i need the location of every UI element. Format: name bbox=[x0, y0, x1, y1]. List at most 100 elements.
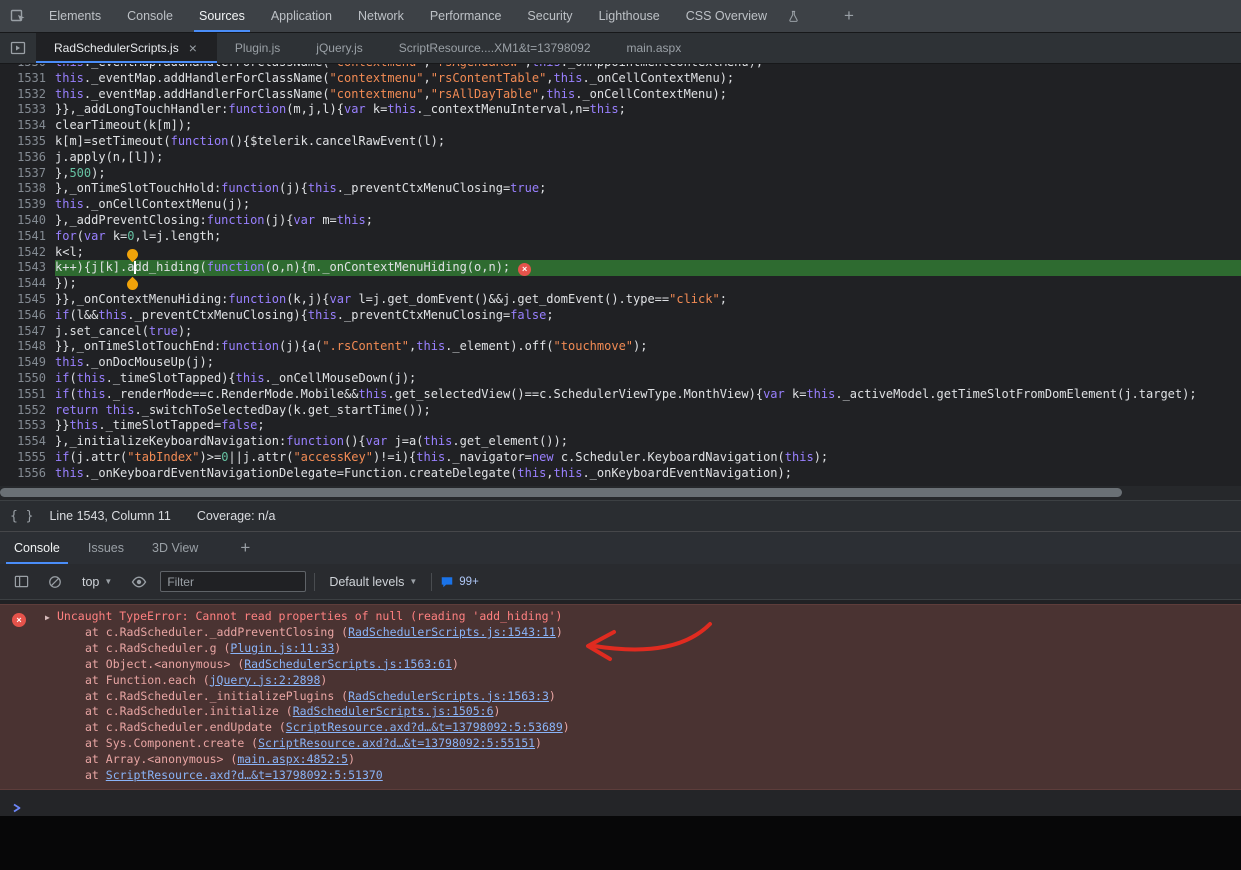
stack-frame-link[interactable]: ScriptResource.axd?d…&t=13798092:5:53689 bbox=[286, 720, 563, 734]
line-number[interactable]: 1539 bbox=[0, 197, 55, 213]
line-number[interactable]: 1553 bbox=[0, 418, 55, 434]
stack-frame-link[interactable]: RadSchedulerScripts.js:1563:3 bbox=[348, 689, 549, 703]
code-text[interactable]: j.set_cancel(true); bbox=[55, 324, 1241, 340]
line-number[interactable]: 1542 bbox=[0, 245, 55, 261]
code-text[interactable]: if(this._renderMode==c.RenderMode.Mobile… bbox=[55, 387, 1241, 403]
code-text[interactable]: this._onCellContextMenu(j); bbox=[55, 197, 1241, 213]
line-number[interactable]: 1543 bbox=[0, 260, 55, 276]
add-drawer-tab-button[interactable]: + bbox=[230, 532, 260, 564]
line-number[interactable]: 1533 bbox=[0, 102, 55, 118]
line-number[interactable]: 1555 bbox=[0, 450, 55, 466]
line-number[interactable]: 1545 bbox=[0, 292, 55, 308]
code-text[interactable]: clearTimeout(k[m]); bbox=[55, 118, 1241, 134]
line-number[interactable]: 1549 bbox=[0, 355, 55, 371]
drawer-tab-3d-view[interactable]: 3D View bbox=[138, 532, 212, 564]
code-text[interactable]: }},_onTimeSlotTouchEnd:function(j){a(".r… bbox=[55, 339, 1241, 355]
stack-frame-link[interactable]: ScriptResource.axd?d…&t=13798092:5:51370 bbox=[106, 768, 383, 782]
line-number[interactable]: 1540 bbox=[0, 213, 55, 229]
line-number[interactable]: 1537 bbox=[0, 166, 55, 182]
line-number[interactable]: 1534 bbox=[0, 118, 55, 134]
code-text[interactable]: k<l; bbox=[55, 245, 1241, 261]
panel-tab-application[interactable]: Application bbox=[258, 0, 345, 32]
code-text[interactable]: }); bbox=[55, 276, 1241, 292]
stack-frame-link[interactable]: main.aspx:4852:5 bbox=[237, 752, 348, 766]
line-number[interactable]: 1532 bbox=[0, 87, 55, 103]
panel-tab-lighthouse[interactable]: Lighthouse bbox=[586, 0, 673, 32]
panel-tab-network[interactable]: Network bbox=[345, 0, 417, 32]
create-live-expression-button[interactable] bbox=[126, 570, 152, 594]
code-text[interactable]: },500); bbox=[55, 166, 1241, 182]
stack-frame-link[interactable]: jQuery.js:2:2898 bbox=[210, 673, 321, 687]
code-text[interactable]: this._eventMap.addHandlerForClassName("c… bbox=[55, 64, 1241, 71]
code-text[interactable]: },_addPreventClosing:function(j){var m=t… bbox=[55, 213, 1241, 229]
drawer-tab-issues[interactable]: Issues bbox=[74, 532, 138, 564]
line-number[interactable]: 1541 bbox=[0, 229, 55, 245]
line-number[interactable]: 1547 bbox=[0, 324, 55, 340]
line-number[interactable]: 1556 bbox=[0, 466, 55, 482]
line-number[interactable]: 1546 bbox=[0, 308, 55, 324]
line-number[interactable]: 1544 bbox=[0, 276, 55, 292]
line-number[interactable]: 1538 bbox=[0, 181, 55, 197]
code-text[interactable]: },_initializeKeyboardNavigation:function… bbox=[55, 434, 1241, 450]
code-text[interactable]: this._eventMap.addHandlerForClassName("c… bbox=[55, 87, 1241, 103]
code-text[interactable]: }},_onContextMenuHiding:function(k,j){va… bbox=[55, 292, 1241, 308]
line-number[interactable]: 1552 bbox=[0, 403, 55, 419]
code-text[interactable]: }},_addLongTouchHandler:function(m,j,l){… bbox=[55, 102, 1241, 118]
line-number[interactable]: 1531 bbox=[0, 71, 55, 87]
line-number[interactable]: 1536 bbox=[0, 150, 55, 166]
clear-console-button[interactable] bbox=[42, 570, 68, 594]
log-levels-dropdown[interactable]: Default levels ▼ bbox=[323, 575, 423, 589]
file-tab-plugin-js[interactable]: Plugin.js bbox=[217, 33, 298, 63]
expand-triangle-icon[interactable]: ▶ bbox=[45, 610, 50, 626]
file-tab-scriptresource-xm1-t-13798092[interactable]: ScriptResource....XM1&t=13798092 bbox=[381, 33, 609, 63]
scrollbar-thumb[interactable] bbox=[0, 488, 1122, 497]
stack-frame-link[interactable]: RadSchedulerScripts.js:1543:11 bbox=[348, 625, 556, 639]
context-selector-dropdown[interactable]: top ▼ bbox=[76, 575, 118, 589]
console-prompt[interactable] bbox=[0, 797, 1241, 819]
code-text[interactable]: k[m]=setTimeout(function(){$telerik.canc… bbox=[55, 134, 1241, 150]
line-number[interactable]: 1530 bbox=[0, 64, 55, 71]
line-error-icon[interactable]: × bbox=[518, 263, 531, 276]
line-number[interactable]: 1548 bbox=[0, 339, 55, 355]
close-icon[interactable]: × bbox=[187, 40, 199, 56]
line-number[interactable]: 1551 bbox=[0, 387, 55, 403]
panel-tab-css-overview[interactable]: CSS Overview bbox=[673, 0, 780, 32]
code-text[interactable]: if(this._timeSlotTapped){this._onCellMou… bbox=[55, 371, 1241, 387]
code-text[interactable]: k++){j[k].add_hiding(function(o,n){m._on… bbox=[55, 260, 1241, 276]
panel-tab-elements[interactable]: Elements bbox=[36, 0, 114, 32]
prompt-chevron-icon bbox=[12, 803, 22, 813]
code-text[interactable]: this._eventMap.addHandlerForClassName("c… bbox=[55, 71, 1241, 87]
file-tab-radschedulerscripts-js[interactable]: RadSchedulerScripts.js× bbox=[36, 33, 217, 63]
code-text[interactable]: for(var k=0,l=j.length; bbox=[55, 229, 1241, 245]
horizontal-scrollbar[interactable] bbox=[0, 486, 1241, 500]
code-text[interactable]: this._onKeyboardEventNavigationDelegate=… bbox=[55, 466, 1241, 482]
code-text[interactable]: return this._switchToSelectedDay(k.get_s… bbox=[55, 403, 1241, 419]
line-number[interactable]: 1550 bbox=[0, 371, 55, 387]
panel-tab-performance[interactable]: Performance bbox=[417, 0, 515, 32]
stack-frame-link[interactable]: RadSchedulerScripts.js:1563:61 bbox=[244, 657, 452, 671]
stack-frame-link[interactable]: RadSchedulerScripts.js:1505:6 bbox=[293, 704, 494, 718]
line-number[interactable]: 1554 bbox=[0, 434, 55, 450]
panel-tab-security[interactable]: Security bbox=[514, 0, 585, 32]
pretty-print-button[interactable]: { } bbox=[10, 509, 33, 524]
panel-tab-sources[interactable]: Sources bbox=[186, 0, 258, 32]
add-panel-button[interactable]: + bbox=[834, 0, 864, 32]
file-tab-jquery-js[interactable]: jQuery.js bbox=[298, 33, 380, 63]
code-text[interactable]: if(j.attr("tabIndex")>=0||j.attr("access… bbox=[55, 450, 1241, 466]
code-text[interactable]: }}this._timeSlotTapped=false; bbox=[55, 418, 1241, 434]
messages-badge[interactable]: 99+ bbox=[440, 575, 479, 589]
stack-frame-link[interactable]: Plugin.js:11:33 bbox=[230, 641, 334, 655]
console-sidebar-toggle-button[interactable] bbox=[8, 570, 34, 594]
console-filter-input[interactable] bbox=[160, 571, 306, 592]
panel-tab-console[interactable]: Console bbox=[114, 0, 186, 32]
navigator-toggle-button[interactable] bbox=[0, 33, 36, 63]
stack-frame-link[interactable]: ScriptResource.axd?d…&t=13798092:5:55151 bbox=[258, 736, 535, 750]
inspect-element-button[interactable] bbox=[0, 0, 36, 32]
code-text[interactable]: this._onDocMouseUp(j); bbox=[55, 355, 1241, 371]
code-text[interactable]: j.apply(n,[l]); bbox=[55, 150, 1241, 166]
code-text[interactable]: if(l&&this._preventCtxMenuClosing){this.… bbox=[55, 308, 1241, 324]
drawer-tab-console[interactable]: Console bbox=[0, 532, 74, 564]
file-tab-main-aspx[interactable]: main.aspx bbox=[609, 33, 700, 63]
code-text[interactable]: },_onTimeSlotTouchHold:function(j){this.… bbox=[55, 181, 1241, 197]
line-number[interactable]: 1535 bbox=[0, 134, 55, 150]
